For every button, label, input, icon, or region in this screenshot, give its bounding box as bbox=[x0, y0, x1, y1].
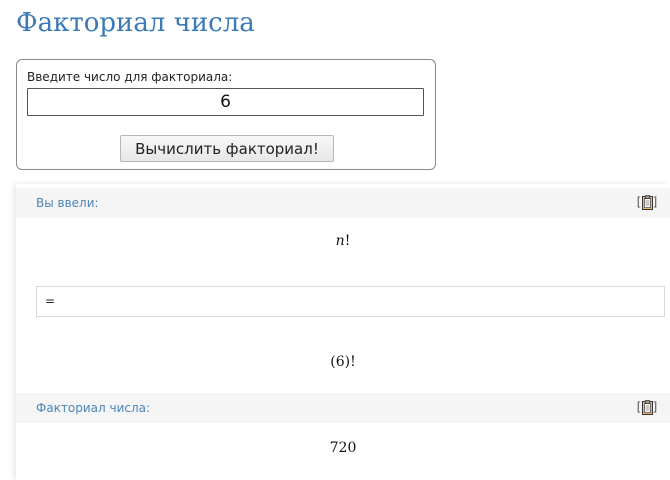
copy-input-button[interactable]: [ ] bbox=[635, 194, 659, 211]
input-section-header: Вы ввели: [ ] bbox=[16, 188, 670, 218]
equals-sign: = bbox=[45, 294, 56, 308]
expression-variable: n bbox=[335, 233, 345, 249]
bracket-right: ] bbox=[651, 195, 659, 209]
result-section-header: Факториал числа: [ ] bbox=[16, 393, 670, 423]
results-panel: Вы ввели: [ ] n! = (6)! Факториал числа: bbox=[16, 184, 670, 480]
input-section-title: Вы ввели: bbox=[36, 196, 99, 210]
input-expression: n! bbox=[16, 233, 670, 249]
factorial-result: 720 bbox=[329, 440, 357, 456]
result-section-title: Факториал числа: bbox=[36, 401, 151, 415]
number-input-label: Введите число для факториала: bbox=[27, 70, 233, 84]
calculate-factorial-button[interactable]: Вычислить факториал! bbox=[120, 135, 334, 162]
page-title: Факториал числа bbox=[16, 8, 255, 38]
number-input[interactable] bbox=[27, 88, 424, 116]
bracket-right: ] bbox=[651, 400, 659, 414]
page: Факториал числа Введите число для фактор… bbox=[0, 0, 670, 480]
evaluated-expression: (6)! bbox=[330, 354, 356, 370]
equals-box: = bbox=[36, 286, 665, 317]
expression-suffix: ! bbox=[344, 233, 351, 249]
copy-result-button[interactable]: [ ] bbox=[635, 399, 659, 416]
factorial-form: Введите число для факториала: Вычислить … bbox=[16, 59, 436, 170]
